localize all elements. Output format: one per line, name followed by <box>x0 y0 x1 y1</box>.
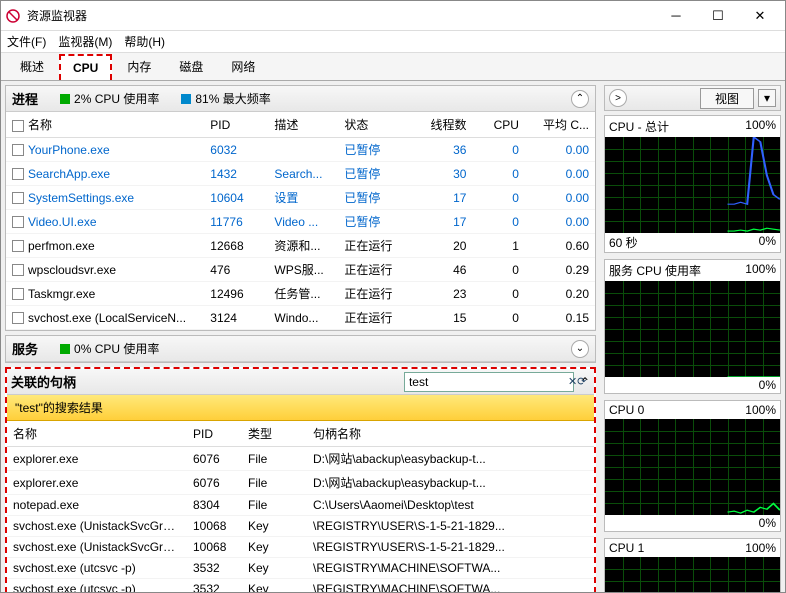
search-results-bar: "test"的搜索结果 <box>7 395 594 421</box>
handles-title: 关联的句柄 <box>11 372 76 391</box>
col-desc[interactable]: 描述 <box>268 112 338 138</box>
services-title: 服务 <box>12 339 38 358</box>
hcol-handle[interactable]: 句柄名称 <box>307 421 594 447</box>
tab-cpu[interactable]: CPU <box>59 54 112 80</box>
col-status[interactable]: 状态 <box>338 112 408 138</box>
chart-title: CPU 1 <box>609 541 644 555</box>
processes-collapse-button[interactable]: ⌃ <box>571 90 589 108</box>
search-clear-icon[interactable]: ✕ <box>568 375 577 388</box>
chart: CPU - 总计 100% 60 秒 0% <box>604 115 781 253</box>
view-button[interactable]: 视图 <box>700 88 754 109</box>
chart-footer-right: 0% <box>759 234 776 251</box>
max-freq-label: 81% 最大频率 <box>195 90 270 107</box>
table-row[interactable]: svchost.exe (utcsvc -p)3532Key\REGISTRY\… <box>7 558 594 579</box>
hcol-pid[interactable]: PID <box>187 421 242 447</box>
table-row[interactable]: explorer.exe6076FileD:\网站\abackup\easyba… <box>7 471 594 495</box>
processes-panel: 进程 2% CPU 使用率 81% 最大频率 ⌃ 名称 PID 描述 状态 线程… <box>5 85 596 331</box>
menu-file[interactable]: 文件(F) <box>7 33 46 50</box>
chart: CPU 1 100% <box>604 538 781 592</box>
chart-max: 100% <box>745 262 776 279</box>
charts-header: > 视图 ▾ <box>604 85 781 111</box>
hcol-type[interactable]: 类型 <box>242 421 307 447</box>
services-usage-label: 0% CPU 使用率 <box>74 340 159 357</box>
handles-panel: 关联的句柄 ✕ ⟳ ⌃ "test"的搜索结果 名称 PID 类型 句柄名称 e… <box>5 367 596 592</box>
table-row[interactable]: wpscloudsvr.exe 476WPS服...正在运行 4600.29 <box>6 258 595 282</box>
row-checkbox[interactable] <box>12 144 24 156</box>
tab-network[interactable]: 网络 <box>218 52 268 80</box>
table-row[interactable]: explorer.exe6076FileD:\网站\abackup\easyba… <box>7 447 594 471</box>
col-avg[interactable]: 平均 C... <box>525 112 595 138</box>
titlebar: 资源监视器 ─ ☐ ✕ <box>1 1 785 31</box>
table-row[interactable]: Video.UI.exe 11776Video ...已暂停 1700.00 <box>6 210 595 234</box>
chart-max: 100% <box>745 403 776 417</box>
chart-footer-right: 0% <box>759 378 776 392</box>
processes-table: 名称 PID 描述 状态 线程数 CPU 平均 C... YourPhone.e… <box>6 112 595 330</box>
window-title: 资源监视器 <box>27 7 655 24</box>
maximize-button[interactable]: ☐ <box>697 2 739 30</box>
table-row[interactable]: perfmon.exe 12668资源和...正在运行 2010.60 <box>6 234 595 258</box>
minimize-button[interactable]: ─ <box>655 2 697 30</box>
row-checkbox[interactable] <box>12 192 24 204</box>
chart: 服务 CPU 使用率 100% 0% <box>604 259 781 394</box>
table-row[interactable]: SearchApp.exe 1432Search...已暂停 3000.00 <box>6 162 595 186</box>
max-freq-icon <box>181 94 191 104</box>
table-row[interactable]: SystemSettings.exe 10604设置已暂停 1700.00 <box>6 186 595 210</box>
view-dropdown-icon[interactable]: ▾ <box>758 89 776 107</box>
handles-search-input[interactable] <box>405 375 568 389</box>
tabstrip: 概述 CPU 内存 磁盘 网络 <box>1 53 785 81</box>
tab-overview[interactable]: 概述 <box>7 52 57 80</box>
chart-footer-left: 60 秒 <box>609 234 638 251</box>
cpu-usage-label: 2% CPU 使用率 <box>74 90 159 107</box>
tab-disk[interactable]: 磁盘 <box>166 52 216 80</box>
services-usage-icon <box>60 344 70 354</box>
chart-footer-right: 0% <box>759 516 776 530</box>
processes-title: 进程 <box>12 89 38 108</box>
row-checkbox[interactable] <box>12 288 24 300</box>
tab-memory[interactable]: 内存 <box>114 52 164 80</box>
row-checkbox[interactable] <box>12 240 24 252</box>
col-pid[interactable]: PID <box>204 112 268 138</box>
table-row[interactable]: svchost.exe (UnistackSvcGroup)10068Key\R… <box>7 537 594 558</box>
table-row[interactable]: YourPhone.exe 6032已暂停 3600.00 <box>6 138 595 162</box>
col-cpu[interactable]: CPU <box>472 112 524 138</box>
charts-collapse-button[interactable]: > <box>609 89 627 107</box>
col-name[interactable]: 名称 <box>6 112 204 138</box>
handles-table: 名称 PID 类型 句柄名称 explorer.exe6076FileD:\网站… <box>7 421 594 592</box>
app-icon <box>5 8 21 24</box>
services-panel: 服务 0% CPU 使用率 ⌄ <box>5 335 596 363</box>
handles-collapse-button[interactable]: ⌃ <box>580 375 590 389</box>
row-checkbox[interactable] <box>12 264 24 276</box>
col-threads[interactable]: 线程数 <box>408 112 472 138</box>
chart-title: CPU - 总计 <box>609 118 669 135</box>
cpu-usage-icon <box>60 94 70 104</box>
chart-title: 服务 CPU 使用率 <box>609 262 701 279</box>
close-button[interactable]: ✕ <box>739 2 781 30</box>
chart: CPU 0 100% 0% <box>604 400 781 532</box>
table-row[interactable]: notepad.exe8304FileC:\Users\Aaomei\Deskt… <box>7 495 594 516</box>
row-checkbox[interactable] <box>12 216 24 228</box>
chart-max: 100% <box>745 541 776 555</box>
menu-monitor[interactable]: 监视器(M) <box>58 33 112 50</box>
table-row[interactable]: svchost.exe (LocalServiceN... 3124Windo.… <box>6 306 595 330</box>
chart-title: CPU 0 <box>609 403 644 417</box>
services-collapse-button[interactable]: ⌄ <box>571 340 589 358</box>
hcol-name[interactable]: 名称 <box>7 421 187 447</box>
table-row[interactable]: svchost.exe (UnistackSvcGroup)10068Key\R… <box>7 516 594 537</box>
row-checkbox[interactable] <box>12 312 24 324</box>
table-row[interactable]: Taskmgr.exe 12496任务管...正在运行 2300.20 <box>6 282 595 306</box>
chart-max: 100% <box>745 118 776 135</box>
select-all-checkbox[interactable] <box>12 120 24 132</box>
row-checkbox[interactable] <box>12 168 24 180</box>
handles-searchbox: ✕ ⟳ <box>404 372 574 392</box>
menubar: 文件(F) 监视器(M) 帮助(H) <box>1 31 785 53</box>
menu-help[interactable]: 帮助(H) <box>124 33 165 50</box>
table-row[interactable]: svchost.exe (utcsvc -p)3532Key\REGISTRY\… <box>7 579 594 593</box>
